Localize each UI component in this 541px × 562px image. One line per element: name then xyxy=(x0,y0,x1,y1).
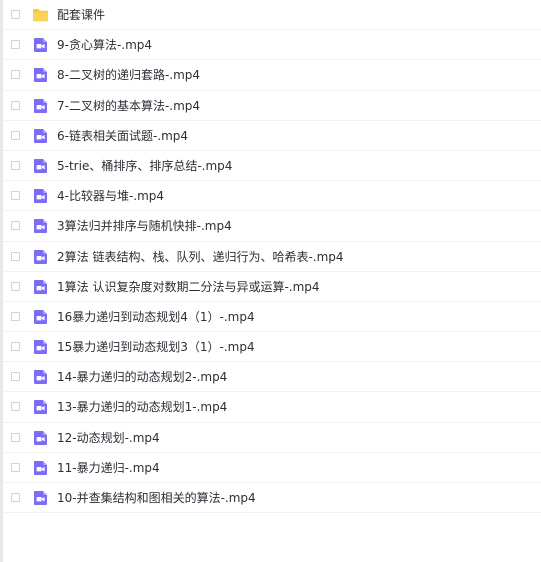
file-row[interactable]: 8-二叉树的递归套路-.mp4 xyxy=(3,60,541,91)
file-row[interactable]: 4-比较器与堆-.mp4 xyxy=(3,181,541,212)
video-file-icon xyxy=(32,218,49,234)
file-row[interactable]: 14-暴力递归的动态规划2-.mp4 xyxy=(3,362,541,393)
file-name[interactable]: 12-动态规划-.mp4 xyxy=(57,429,160,447)
video-file-icon xyxy=(32,249,49,265)
video-file-icon xyxy=(32,37,49,53)
row-checkbox[interactable] xyxy=(11,372,20,382)
row-checkbox[interactable] xyxy=(11,402,20,412)
row-checkbox[interactable] xyxy=(11,493,20,502)
video-file-icon xyxy=(32,128,49,144)
folder-icon xyxy=(32,7,49,23)
file-row[interactable]: 16暴力递归到动态规划4（1）-.mp4 xyxy=(3,302,541,333)
file-name[interactable]: 13-暴力递归的动态规划1-.mp4 xyxy=(57,398,227,416)
file-name[interactable]: 8-二叉树的递归套路-.mp4 xyxy=(57,66,200,84)
row-checkbox[interactable] xyxy=(11,130,20,140)
file-name[interactable]: 3算法归并排序与随机快排-.mp4 xyxy=(57,217,232,235)
video-file-icon xyxy=(32,369,49,385)
file-row[interactable]: 6-链表相关面试题-.mp4 xyxy=(3,121,541,151)
video-file-icon xyxy=(32,430,49,446)
file-name[interactable]: 1算法 认识复杂度对数期二分法与异或运算-.mp4 xyxy=(57,278,320,296)
file-row[interactable]: 2算法 链表结构、栈、队列、递归行为、哈希表-.mp4 xyxy=(3,242,541,272)
video-file-icon xyxy=(32,188,49,204)
file-row[interactable]: 13-暴力递归的动态规划1-.mp4 xyxy=(3,392,541,423)
video-file-icon xyxy=(32,158,49,174)
folder-row[interactable]: 配套课件 xyxy=(3,0,541,31)
row-checkbox[interactable] xyxy=(11,342,20,352)
file-name[interactable]: 15暴力递归到动态规划3（1）-.mp4 xyxy=(57,338,255,356)
file-row[interactable]: 3算法归并排序与随机快排-.mp4 xyxy=(3,211,541,242)
file-name[interactable]: 9-贪心算法-.mp4 xyxy=(57,36,152,54)
file-name[interactable]: 4-比较器与堆-.mp4 xyxy=(57,187,164,205)
video-file-icon xyxy=(32,460,49,476)
file-name[interactable]: 配套课件 xyxy=(57,6,105,24)
file-name[interactable]: 14-暴力递归的动态规划2-.mp4 xyxy=(57,368,227,386)
file-list: 配套课件 9-贪心算法-.mp4 8-二叉树的递归套路-.mp4 7-二叉树的基… xyxy=(3,0,541,514)
row-checkbox[interactable] xyxy=(11,462,20,472)
row-checkbox[interactable] xyxy=(11,251,20,261)
row-checkbox[interactable] xyxy=(11,100,20,110)
video-file-icon xyxy=(32,399,49,415)
video-file-icon xyxy=(32,339,49,355)
row-checkbox[interactable] xyxy=(11,191,20,201)
file-name[interactable]: 7-二叉树的基本算法-.mp4 xyxy=(57,97,200,115)
file-row[interactable]: 11-暴力递归-.mp4 xyxy=(3,453,541,483)
file-row[interactable]: 9-贪心算法-.mp4 xyxy=(3,30,541,61)
file-row[interactable]: 15暴力递归到动态规划3（1）-.mp4 xyxy=(3,332,541,363)
file-name[interactable]: 5-trie、桶排序、排序总结-.mp4 xyxy=(57,157,232,175)
row-checkbox[interactable] xyxy=(11,10,20,19)
row-checkbox[interactable] xyxy=(11,311,20,321)
row-checkbox[interactable] xyxy=(11,432,20,442)
file-name[interactable]: 11-暴力递归-.mp4 xyxy=(57,459,160,477)
file-name[interactable]: 16暴力递归到动态规划4（1）-.mp4 xyxy=(57,308,255,326)
row-checkbox[interactable] xyxy=(11,221,20,231)
video-file-icon xyxy=(32,279,49,295)
file-name[interactable]: 6-链表相关面试题-.mp4 xyxy=(57,127,188,145)
video-file-icon xyxy=(32,98,49,114)
video-file-icon xyxy=(32,67,49,83)
file-row[interactable]: 12-动态规划-.mp4 xyxy=(3,423,541,453)
file-row[interactable]: 7-二叉树的基本算法-.mp4 xyxy=(3,91,541,121)
file-row[interactable]: 5-trie、桶排序、排序总结-.mp4 xyxy=(3,151,541,182)
video-file-icon xyxy=(32,309,49,325)
video-file-icon xyxy=(32,490,49,506)
row-checkbox[interactable] xyxy=(11,70,20,80)
file-name[interactable]: 10-并查集结构和图相关的算法-.mp4 xyxy=(57,489,256,507)
row-checkbox[interactable] xyxy=(11,160,20,170)
row-checkbox[interactable] xyxy=(11,40,20,50)
row-checkbox[interactable] xyxy=(11,281,20,291)
file-row[interactable]: 1算法 认识复杂度对数期二分法与异或运算-.mp4 xyxy=(3,272,541,302)
file-row[interactable]: 10-并查集结构和图相关的算法-.mp4 xyxy=(3,483,541,514)
file-name[interactable]: 2算法 链表结构、栈、队列、递归行为、哈希表-.mp4 xyxy=(57,248,344,266)
